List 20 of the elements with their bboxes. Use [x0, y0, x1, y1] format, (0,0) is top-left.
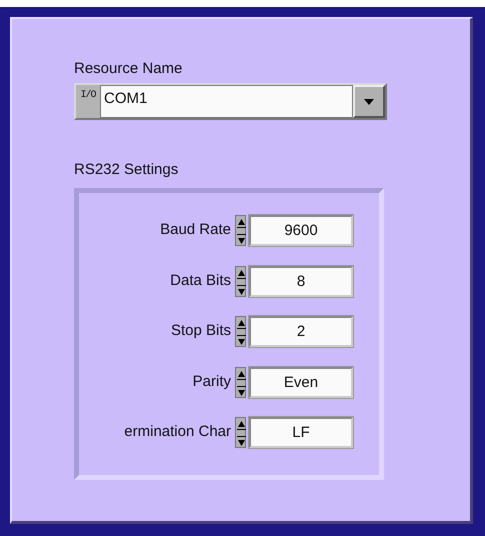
spinner-control[interactable] [235, 215, 246, 246]
field-label: Data Bits [169, 270, 232, 291]
field-label: ermination Char [123, 422, 232, 442]
spinner-control[interactable] [235, 417, 246, 448]
spinner-control[interactable] [235, 316, 246, 347]
field-label: Baud Rate [159, 220, 232, 240]
section-label: RS232 Settings [74, 161, 178, 179]
resource-dropdown[interactable]: I/O COM1 [74, 83, 387, 120]
spinner-control[interactable] [235, 366, 246, 398]
spinner-control[interactable] [235, 266, 246, 296]
field-label: Parity [192, 372, 232, 392]
field-label: Stop Bits [170, 321, 232, 342]
numeric-field[interactable]: 2 [249, 316, 353, 347]
numeric-field[interactable]: 8 [249, 266, 353, 296]
numeric-field[interactable]: 9600 [249, 215, 353, 246]
field-label: Resource Name [74, 60, 182, 78]
numeric-field[interactable]: LF [249, 417, 353, 448]
caret-icon [364, 98, 374, 104]
dropdown-button[interactable] [353, 85, 385, 118]
numeric-field[interactable]: Even [249, 366, 353, 398]
